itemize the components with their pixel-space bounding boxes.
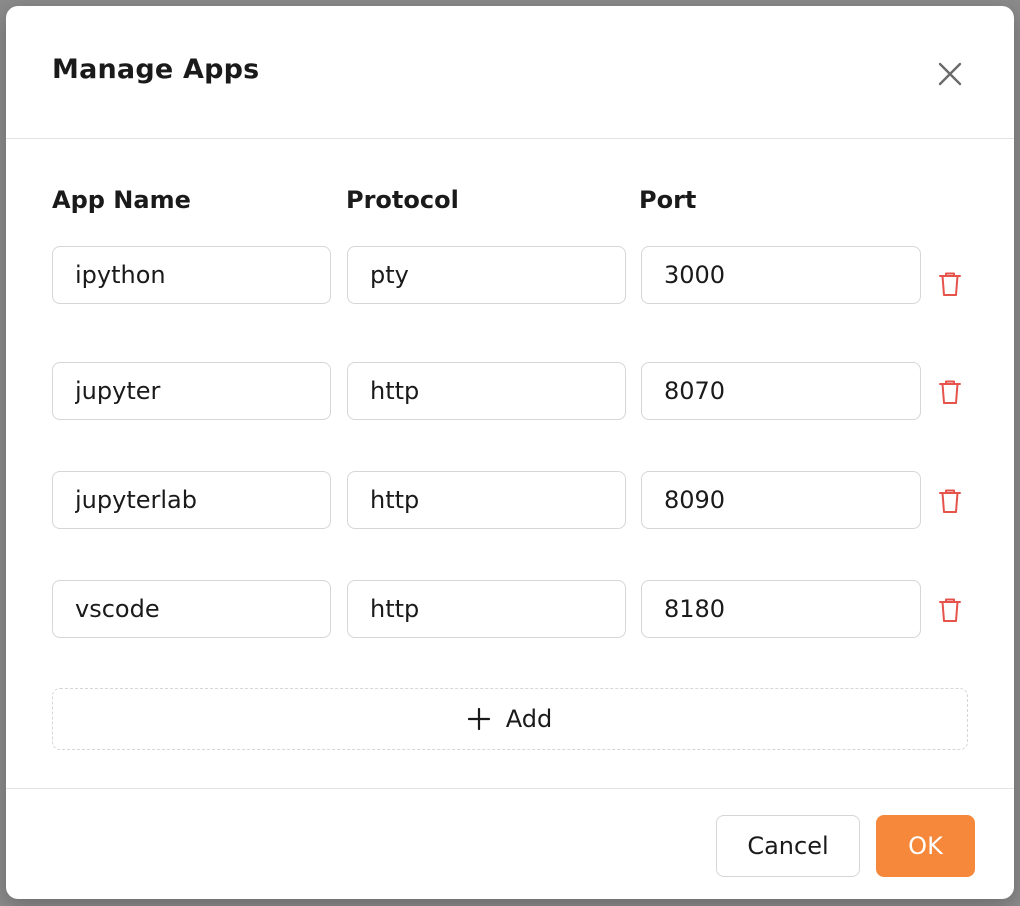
cancel-button[interactable]: Cancel [716,815,860,877]
manage-apps-dialog: Manage Apps App Name Protocol Port ipyth… [6,6,1014,899]
column-label-app-name: App Name [52,186,191,214]
trash-icon [938,271,962,297]
app-name-input[interactable] [52,362,331,420]
protocol-input[interactable] [347,362,626,420]
port-input[interactable] [641,471,921,529]
port-input[interactable] [641,246,921,304]
add-app-button[interactable]: Add [52,688,968,750]
dialog-footer: Cancel OK [6,788,1014,899]
plus-icon [467,708,490,730]
column-label-protocol: Protocol [346,186,459,214]
app-name-input[interactable] [52,580,331,638]
close-icon [934,58,966,90]
column-label-port: Port [639,186,697,214]
dialog-title: Manage Apps [52,54,260,85]
ok-button[interactable]: OK [876,815,975,877]
delete-app-button[interactable] [938,488,962,514]
delete-app-button[interactable] [938,379,962,405]
app-name-input[interactable] [52,471,331,529]
trash-icon [938,379,962,405]
protocol-input[interactable] [347,246,626,304]
protocol-input[interactable] [347,580,626,638]
delete-app-button[interactable] [938,271,962,297]
add-button-label: Add [505,705,553,733]
close-button[interactable] [934,58,966,90]
protocol-input[interactable] [347,471,626,529]
port-input[interactable] [641,580,921,638]
trash-icon [938,488,962,514]
port-input[interactable] [641,362,921,420]
trash-icon [938,597,962,623]
dialog-header: Manage Apps [6,6,1014,139]
delete-app-button[interactable] [938,597,962,623]
app-name-input[interactable] [52,246,331,304]
